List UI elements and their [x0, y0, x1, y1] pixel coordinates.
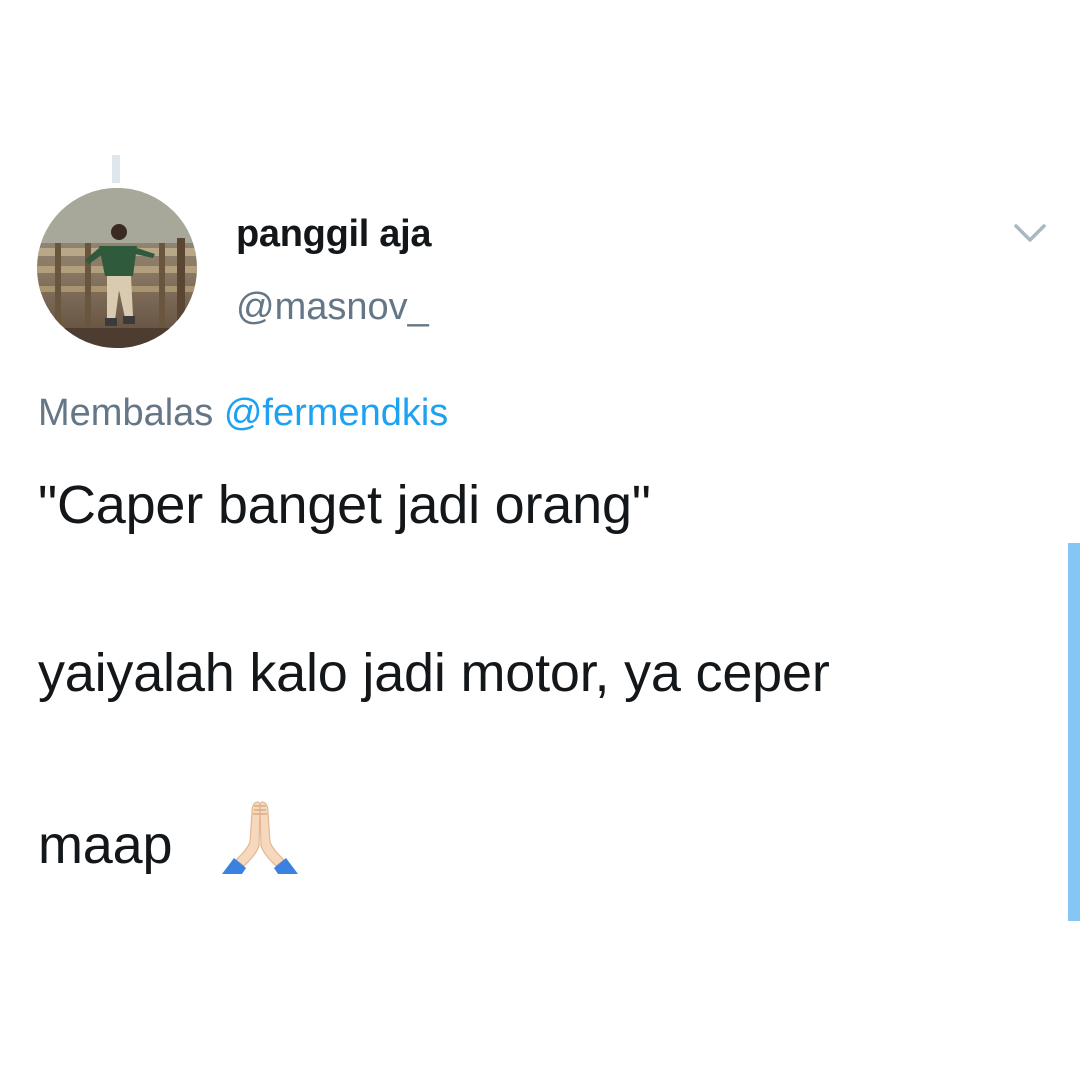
tweet-text-line: maap: [38, 815, 173, 875]
scrollbar-thumb[interactable]: [1068, 543, 1080, 921]
avatar[interactable]: [37, 188, 197, 348]
reply-context: Membalas @fermendkis: [38, 392, 448, 435]
folded-hands-icon: [218, 796, 302, 880]
tweet-text-line: yaiyalah kalo jadi motor, ya ceper: [38, 643, 830, 703]
thread-connector-line: [112, 155, 120, 183]
tweet-screenshot: panggil aja @masnov_ Membalas @fermendki…: [0, 0, 1080, 1080]
chevron-down-icon[interactable]: [1010, 218, 1050, 248]
reply-mention-link[interactable]: @fermendkis: [224, 392, 448, 434]
reply-prefix: Membalas: [38, 392, 214, 434]
display-name[interactable]: panggil aja: [236, 213, 431, 256]
tweet-text-line: "Caper banget jadi orang": [38, 475, 651, 535]
avatar-photo: [37, 188, 197, 348]
user-handle[interactable]: @masnov_: [236, 286, 429, 329]
